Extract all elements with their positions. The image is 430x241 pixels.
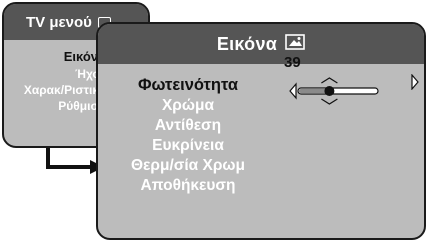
picture-menu-title: Εικόνα (216, 33, 278, 54)
picture-item-contrast[interactable]: Αντίθεση (98, 116, 278, 136)
picture-item-brightness[interactable]: Φωτεινότητα (98, 74, 278, 96)
picture-menu-items: Φωτεινότητα Χρώμα Αντίθεση Ευκρίνεια Θερ… (98, 74, 278, 196)
brightness-slider[interactable] (288, 76, 380, 106)
slider-right-arrow-icon[interactable] (410, 74, 420, 90)
picture-item-sharpness[interactable]: Ευκρίνεια (98, 136, 278, 156)
picture-item-color[interactable]: Χρώμα (98, 96, 278, 116)
submenu-connector-arrow (46, 148, 104, 174)
picture-icon (285, 33, 305, 55)
picture-menu-title-bar: Εικόνα (98, 24, 424, 64)
picture-item-color-temp[interactable]: Θερμ/σία Χρωμ (98, 156, 278, 176)
brightness-value: 39 (284, 54, 301, 71)
picture-menu-panel: Εικόνα Φωτεινότητα Χρώμα Αντίθεση Ευκρίν… (96, 22, 426, 240)
picture-item-store[interactable]: Αποθήκευση (98, 176, 278, 196)
slider-left-arrow-icon[interactable] (289, 82, 297, 100)
